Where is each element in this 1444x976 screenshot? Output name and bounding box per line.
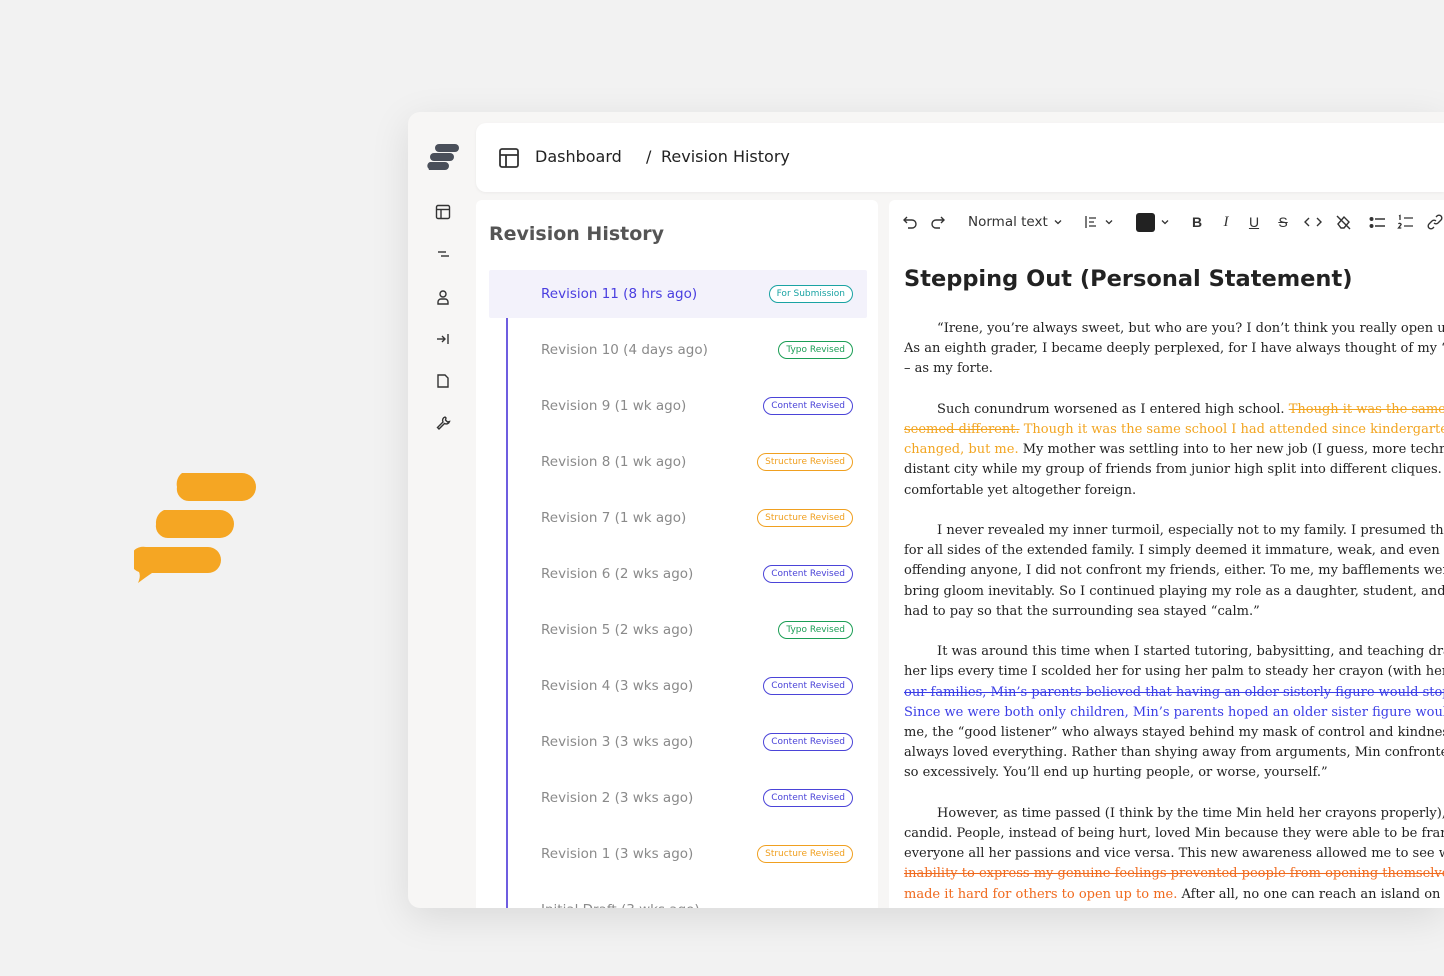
revision-label: Initial Draft (3 wks ago) [541, 902, 700, 908]
inserted-text: changed, but me. [904, 442, 1019, 458]
editor-panel: Normal text B I U S Stepping Out (Person… [889, 200, 1444, 908]
link-icon[interactable] [1426, 211, 1444, 233]
revision-label: Revision 1 (3 wks ago) [541, 846, 694, 862]
revision-label: Revision 6 (2 wks ago) [541, 566, 694, 582]
nav-tools-icon[interactable] [432, 412, 454, 434]
nav-profile-icon[interactable] [432, 286, 454, 308]
inserted-text: Since we were both only children, Min’s … [904, 704, 1444, 720]
revision-item[interactable]: Revision 6 (2 wks ago) Content Revised [489, 550, 867, 598]
paragraph-1: “Irene, you’re always sweet, but who are… [904, 321, 1444, 377]
paragraph-5: However, as time passed (I think by the … [904, 804, 1444, 905]
revision-item[interactable]: Revision 1 (3 wks ago) Structure Revised [489, 830, 867, 878]
revision-badge: Structure Revised [757, 845, 853, 863]
nav-revisions-icon[interactable] [432, 243, 454, 265]
revision-label: Revision 10 (4 days ago) [541, 342, 708, 358]
revision-badge: Content Revised [763, 677, 853, 695]
revision-label: Revision 5 (2 wks ago) [541, 622, 694, 638]
revision-item[interactable]: Revision 9 (1 wk ago) Content Revised [489, 382, 867, 430]
color-swatch [1136, 212, 1155, 232]
deleted-text: seemed different. [904, 422, 1020, 437]
revision-item[interactable]: Revision 2 (3 wks ago) Content Revised [489, 774, 867, 822]
code-icon[interactable] [1302, 211, 1324, 233]
paragraph-4: It was around this time when I started t… [904, 642, 1444, 783]
revision-label: Revision 9 (1 wk ago) [541, 398, 687, 414]
sidebar-nav [408, 112, 476, 908]
revision-badge: Structure Revised [757, 509, 853, 527]
text-color-select[interactable] [1135, 211, 1171, 233]
revision-badge: Content Revised [763, 565, 853, 583]
revision-badge: Typo Revised [778, 341, 853, 359]
chevron-down-icon [1161, 220, 1169, 225]
revision-item[interactable]: Revision 7 (1 wk ago) Structure Revised [489, 494, 867, 542]
revision-item[interactable]: Revision 11 (8 hrs ago) For Submission [489, 270, 867, 318]
nav-document-icon[interactable] [432, 370, 454, 392]
revision-label: Revision 2 (3 wks ago) [541, 790, 694, 806]
breadcrumb-separator: / [646, 147, 652, 166]
redo-icon[interactable] [929, 211, 947, 233]
revision-label: Revision 3 (3 wks ago) [541, 734, 694, 750]
brand-logo [134, 473, 256, 583]
clear-format-icon[interactable] [1333, 211, 1353, 233]
revision-item[interactable]: Revision 10 (4 days ago) Typo Revised [489, 326, 867, 374]
document-body[interactable]: Stepping Out (Personal Statement) “Irene… [904, 266, 1444, 908]
breadcrumb-dashboard-link[interactable]: Dashboard [535, 147, 622, 166]
bullet-list-icon[interactable] [1367, 211, 1387, 233]
revision-badge: Content Revised [763, 733, 853, 751]
numbered-list-icon[interactable] [1395, 211, 1415, 233]
revision-badge: Content Revised [763, 397, 853, 415]
italic-icon[interactable]: I [1218, 211, 1234, 233]
paragraph-2: Such conundrum worsened as I entered hig… [904, 400, 1444, 501]
revision-history-panel: Revision History Revision 11 (8 hrs ago)… [476, 200, 878, 908]
chevron-down-icon [1105, 220, 1113, 225]
deleted-text: our families, Min’s parents believed tha… [904, 684, 1444, 700]
dashboard-icon [499, 148, 519, 168]
app-logo[interactable] [426, 142, 460, 170]
document-title: Stepping Out (Personal Statement) [904, 266, 1353, 292]
paragraph-3: I never revealed my inner turmoil, espec… [904, 523, 1444, 619]
revision-item[interactable]: Revision 5 (2 wks ago) Typo Revised [489, 606, 867, 654]
revision-badge: For Submission [768, 285, 853, 303]
revision-badge: Content Revised [763, 789, 853, 807]
revision-label: Revision 4 (3 wks ago) [541, 678, 694, 694]
breadcrumb-current: Revision History [661, 147, 790, 166]
nav-export-icon[interactable] [432, 328, 454, 350]
revision-badge: Structure Revised [757, 453, 853, 471]
breadcrumb: Dashboard / Revision History [476, 123, 1444, 192]
deleted-text: Though it was the same s [1288, 401, 1444, 417]
app-window: Dashboard / Revision History Revision Hi… [408, 112, 1444, 908]
inserted-text: Though it was the same school I had atte… [1019, 422, 1444, 437]
editor-toolbar: Normal text B I U S [889, 200, 1444, 244]
inserted-text: made it hard for others to open up to me… [904, 886, 1178, 902]
undo-icon[interactable] [901, 211, 919, 233]
chevron-down-icon [1054, 220, 1062, 225]
panel-title: Revision History [489, 223, 665, 245]
revision-item[interactable]: Initial Draft (3 wks ago) [489, 886, 867, 908]
text-style-select[interactable]: Normal text [968, 211, 1064, 233]
strikethrough-icon[interactable]: S [1275, 211, 1291, 233]
bold-icon[interactable]: B [1189, 211, 1205, 233]
underline-icon[interactable]: U [1246, 211, 1262, 233]
align-select[interactable] [1082, 211, 1116, 233]
revision-label: Revision 11 (8 hrs ago) [541, 286, 698, 302]
align-icon [1085, 216, 1096, 228]
revision-item[interactable]: Revision 3 (3 wks ago) Content Revised [489, 718, 867, 766]
revision-item[interactable]: Revision 8 (1 wk ago) Structure Revised [489, 438, 867, 486]
deleted-text: inability to express my genuine feelings… [904, 866, 1444, 882]
revision-badge: Typo Revised [778, 621, 853, 639]
text-style-label: Normal text [968, 214, 1048, 230]
nav-dashboard-icon[interactable] [432, 201, 454, 223]
revision-item[interactable]: Revision 4 (3 wks ago) Content Revised [489, 662, 867, 710]
revision-label: Revision 7 (1 wk ago) [541, 510, 687, 526]
revision-label: Revision 8 (1 wk ago) [541, 454, 687, 470]
